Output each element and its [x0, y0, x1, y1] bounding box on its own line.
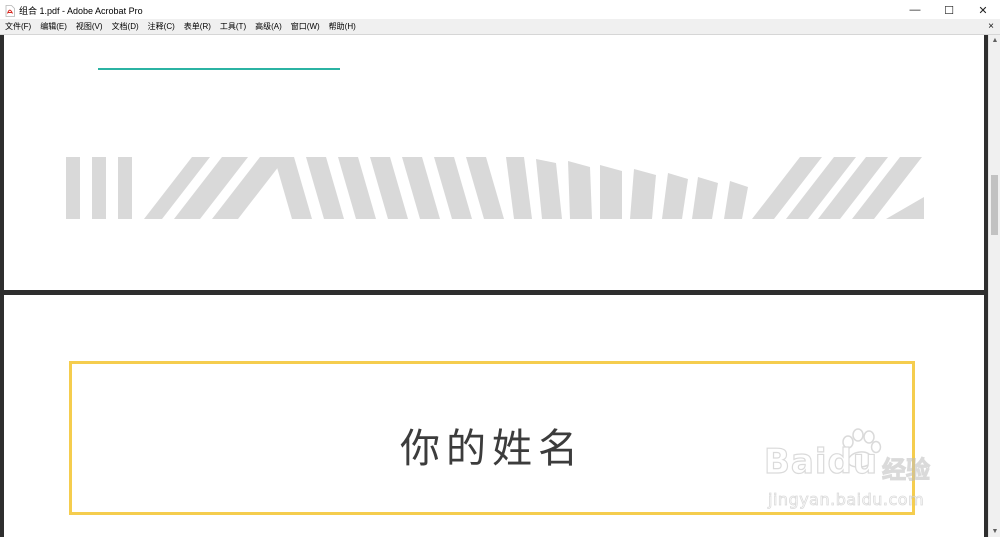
scroll-down-arrow-icon[interactable]: ▼: [989, 528, 1000, 535]
scroll-thumb[interactable]: [991, 175, 998, 235]
close-icon: ✕: [978, 4, 988, 17]
close-button[interactable]: ✕: [966, 0, 1000, 20]
maximize-button[interactable]: ☐: [932, 0, 966, 20]
pdf-page-1: [4, 35, 984, 290]
minimize-icon: —: [909, 4, 921, 16]
menu-window[interactable]: 窗口(W): [286, 19, 324, 34]
menu-help[interactable]: 帮助(H): [324, 19, 360, 34]
diagonal-stripes-graphic: [66, 157, 924, 219]
menu-bar: 文件(F) 编辑(E) 视图(V) 文档(D) 注释(C) 表单(R) 工具(T…: [0, 19, 1000, 35]
menu-file[interactable]: 文件(F): [0, 19, 35, 34]
window-title: 组合 1.pdf - Adobe Acrobat Pro: [19, 5, 143, 16]
menu-document[interactable]: 文档(D): [107, 19, 143, 34]
watermark-brand-text: 经验: [882, 456, 931, 485]
menu-comments[interactable]: 注释(C): [143, 19, 179, 34]
menu-tools[interactable]: 工具(T): [215, 19, 250, 34]
menu-edit[interactable]: 编辑(E): [35, 19, 71, 34]
menu-forms[interactable]: 表单(R): [179, 19, 215, 34]
accent-line: [98, 68, 340, 70]
title-bar: 组合 1.pdf - Adobe Acrobat Pro — ☐ ✕: [0, 0, 1000, 20]
caption-buttons: — ☐ ✕: [898, 0, 1000, 20]
document-close-button[interactable]: ×: [988, 19, 994, 34]
maximize-icon: ☐: [944, 4, 954, 17]
menu-advanced[interactable]: 高级(A): [250, 19, 286, 34]
vertical-scrollbar[interactable]: ▲ ▼: [988, 35, 1000, 537]
watermark-logo-text: Baidu: [763, 441, 879, 482]
baidu-jingyan-watermark: Baidu 经验 jingyan.baidu.com: [763, 428, 964, 518]
acrobat-window: 组合 1.pdf - Adobe Acrobat Pro — ☐ ✕ 文件(F)…: [0, 0, 1000, 537]
minimize-button[interactable]: —: [898, 0, 932, 20]
pdf-file-icon: [5, 4, 15, 17]
scroll-up-arrow-icon[interactable]: ▲: [989, 37, 1000, 44]
watermark-url-text: jingyan.baidu.com: [768, 490, 925, 510]
menu-view[interactable]: 视图(V): [71, 19, 107, 34]
